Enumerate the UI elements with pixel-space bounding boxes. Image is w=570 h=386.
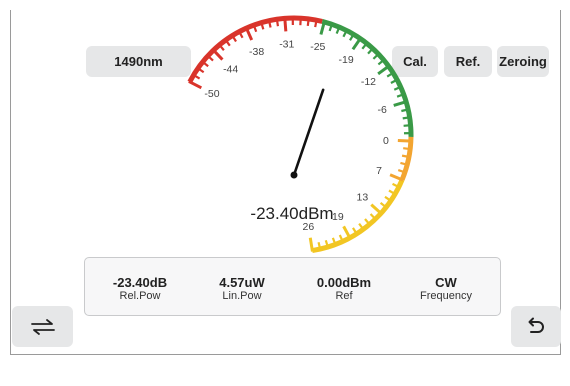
gauge-major-tick [370,203,383,216]
gauge-minor-tick [403,147,412,151]
gauge-tick-label: -44 [223,63,238,75]
gauge-minor-tick [314,18,318,28]
reading-frequency: CW Frequency [391,258,501,302]
lin-pow-label: Lin.Pow [222,290,262,302]
gauge-tick-label: -38 [249,46,264,58]
gauge-tick-label: -50 [204,88,219,100]
gauge-tick-label: -6 [378,104,387,116]
gauge-tick-label: 0 [383,135,389,147]
swap-button[interactable] [12,306,73,347]
gauge-minor-tick [403,124,412,127]
gauge-major-tick [283,17,288,32]
gauge-tick-label: -25 [310,41,325,53]
gauge-minor-tick [401,154,411,159]
gauge-tick-label: -19 [339,54,354,66]
gauge-major-tick [397,138,412,143]
lin-pow-value: 4.57uW [219,275,265,290]
gauge-major-tick [377,64,391,76]
gauge-minor-tick [275,18,280,27]
reading-lin-pow: 4.57uW Lin.Pow [187,258,297,302]
gauge-minor-tick [402,116,411,120]
gauge-tick-label: 19 [332,211,344,223]
gauge-needle [292,88,325,177]
ref-value: 0.00dBm [316,275,372,290]
gauge-major-tick [211,48,224,61]
back-button[interactable] [511,306,561,347]
gauge-tick-label: 13 [357,192,369,204]
readings-panel: -23.40dB Rel.Pow 4.57uW Lin.Pow 0.00dBm … [84,257,501,316]
undo-arrow-icon [528,317,544,333]
gauge-major-tick [188,80,203,90]
gauge-tick-label: -12 [361,76,376,88]
ref-label: Ref [335,290,353,302]
swap-arrows-icon [30,318,55,335]
rel-pow-label: Rel.Pow [119,290,161,302]
gauge-band-2 [399,136,414,181]
reading-rel-pow: -23.40dB Rel.Pow [85,258,195,302]
frequency-label: Frequency [420,290,472,302]
rel-pow-value: -23.40dB [112,275,168,290]
gauge-tick-label: 7 [376,165,382,177]
power-reading: -23.40dBm [250,204,333,223]
frequency-value: CW [435,275,457,290]
reading-ref: 0.00dBm Ref [289,258,399,302]
gauge-tick-label: -31 [279,38,294,50]
gauge-hub [290,171,298,179]
gauge-major-tick [351,36,363,51]
power-gauge: -50-44-38-31 -25-19-12-607131926 -23.40dB… [187,15,414,254]
gauge-minor-tick [306,17,310,27]
gauge-major-tick [308,237,314,252]
